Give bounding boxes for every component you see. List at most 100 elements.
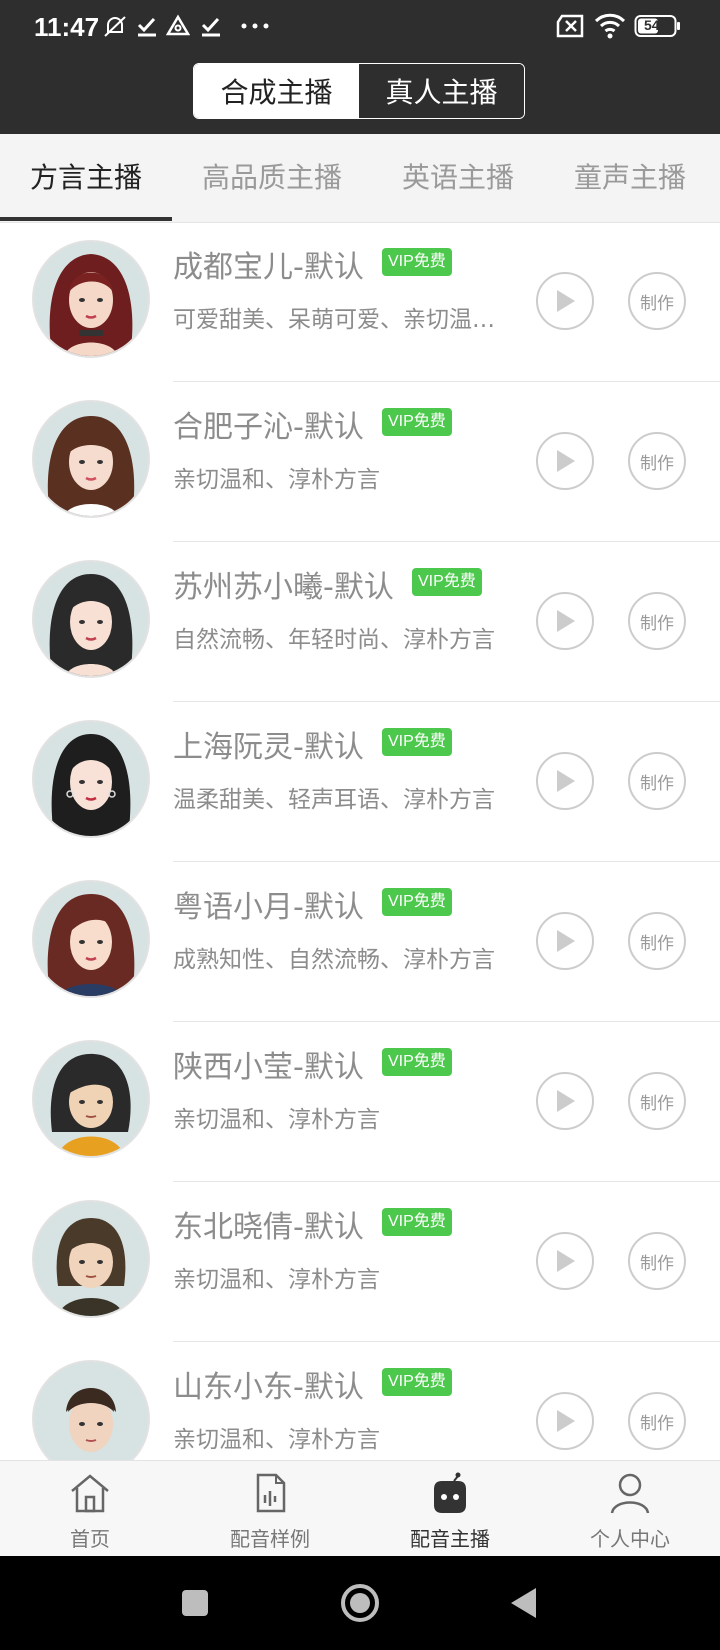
play-icon — [557, 1090, 575, 1112]
make-button[interactable]: 制作 — [628, 1232, 686, 1290]
make-button[interactable]: 制作 — [628, 1072, 686, 1130]
vip-free-badge: VIP免费 — [382, 888, 452, 916]
anchor-description: 成熟知性、自然流畅、淳朴方言 — [173, 947, 495, 973]
list-item[interactable]: 东北晓倩-默认 VIP免费 亲切温和、淳朴方言 制作 — [0, 1182, 720, 1342]
make-button[interactable]: 制作 — [628, 592, 686, 650]
list-item[interactable]: 山东小东-默认 VIP免费 亲切温和、淳朴方言 制作 — [0, 1342, 720, 1460]
anchor-name: 苏州苏小曦-默认 — [173, 570, 394, 605]
avatar — [32, 1360, 150, 1460]
list-item[interactable]: 苏州苏小曦-默认 VIP免费 自然流畅、年轻时尚、淳朴方言 制作 — [0, 542, 720, 702]
bottom-navigation: 首页 配音样例 配音主播 个人中心 — [0, 1460, 720, 1557]
anchor-name: 成都宝儿-默认 — [173, 250, 364, 285]
avatar — [32, 880, 150, 998]
nav-dubbing-anchor[interactable]: 配音主播 — [360, 1461, 540, 1557]
wifi-icon — [594, 13, 626, 39]
vip-free-badge: VIP免费 — [412, 568, 482, 596]
avatar — [32, 240, 150, 358]
category-tabs: 方言主播 高品质主播 英语主播 童声主播 — [0, 134, 720, 223]
recents-square-icon[interactable] — [180, 1588, 210, 1618]
anchor-type-segmented-control: 合成主播 真人主播 — [193, 63, 525, 119]
play-icon — [557, 1410, 575, 1432]
play-button[interactable] — [536, 1392, 594, 1450]
avatar — [32, 720, 150, 838]
system-navigation-bar — [0, 1556, 720, 1650]
anchor-description: 亲切温和、淳朴方言 — [173, 1107, 380, 1133]
vip-free-badge: VIP免费 — [382, 1208, 452, 1236]
tab-child-voice-anchor[interactable]: 童声主播 — [574, 134, 686, 222]
vip-free-badge: VIP免费 — [382, 728, 452, 756]
list-item[interactable]: 陕西小莹-默认 VIP免费 亲切温和、淳朴方言 制作 — [0, 1022, 720, 1182]
triangle-app-icon — [166, 14, 190, 36]
anchor-description: 温柔甜美、轻声耳语、淳朴方言 — [173, 787, 495, 813]
anchor-description: 自然流畅、年轻时尚、淳朴方言 — [173, 627, 495, 653]
play-button[interactable] — [536, 912, 594, 970]
play-button[interactable] — [536, 1232, 594, 1290]
tab-high-quality-anchor[interactable]: 高品质主播 — [202, 134, 342, 222]
anchor-name: 粤语小月-默认 — [173, 890, 364, 925]
make-button[interactable]: 制作 — [628, 752, 686, 810]
play-button[interactable] — [536, 1072, 594, 1130]
anchor-name: 东北晓倩-默认 — [173, 1210, 364, 1245]
list-item[interactable]: 成都宝儿-默认 VIP免费 可爱甜美、呆萌可爱、亲切温和、淳朴方言 制作 — [0, 222, 720, 382]
play-icon — [557, 290, 575, 312]
active-tab-indicator — [0, 217, 172, 221]
segment-synthetic-anchor[interactable]: 合成主播 — [194, 64, 359, 118]
vip-free-badge: VIP免费 — [382, 1368, 452, 1396]
nav-label: 首页 — [70, 1527, 110, 1551]
robot-anchor-icon — [434, 1472, 466, 1513]
play-button[interactable] — [536, 432, 594, 490]
avatar — [32, 400, 150, 518]
battery-level: 54 — [644, 17, 660, 33]
home-icon — [71, 1474, 109, 1513]
make-button[interactable]: 制作 — [628, 272, 686, 330]
avatar — [32, 1040, 150, 1158]
back-triangle-icon[interactable] — [508, 1586, 538, 1620]
status-time: 11:47 — [34, 12, 100, 42]
play-button[interactable] — [536, 272, 594, 330]
check-icon — [137, 17, 156, 37]
play-button[interactable] — [536, 752, 594, 810]
nav-home[interactable]: 首页 — [0, 1461, 180, 1557]
person-icon — [610, 1473, 650, 1514]
anchor-description: 亲切温和、淳朴方言 — [173, 1427, 380, 1453]
anchor-list: 成都宝儿-默认 VIP免费 可爱甜美、呆萌可爱、亲切温和、淳朴方言 制作 合肥子… — [0, 222, 720, 1460]
play-icon — [557, 770, 575, 792]
make-button[interactable]: 制作 — [628, 432, 686, 490]
list-item[interactable]: 粤语小月-默认 VIP免费 成熟知性、自然流畅、淳朴方言 制作 — [0, 862, 720, 1022]
avatar — [32, 560, 150, 678]
play-icon — [557, 1250, 575, 1272]
vip-free-badge: VIP免费 — [382, 1048, 452, 1076]
audio-file-icon — [256, 1473, 286, 1513]
list-item[interactable]: 上海阮灵-默认 VIP免费 温柔甜美、轻声耳语、淳朴方言 制作 — [0, 702, 720, 862]
sim-off-icon — [556, 14, 584, 38]
nav-profile[interactable]: 个人中心 — [540, 1461, 720, 1557]
avatar — [32, 1200, 150, 1318]
anchor-name: 上海阮灵-默认 — [173, 730, 364, 765]
play-icon — [557, 610, 575, 632]
nav-dubbing-samples[interactable]: 配音样例 — [180, 1461, 360, 1557]
tab-english-anchor[interactable]: 英语主播 — [402, 134, 514, 222]
mute-notification-icon — [104, 16, 126, 37]
make-button[interactable]: 制作 — [628, 912, 686, 970]
nav-label: 配音样例 — [230, 1527, 310, 1551]
anchor-description: 亲切温和、淳朴方言 — [173, 467, 380, 493]
home-circle-icon[interactable] — [340, 1583, 380, 1623]
make-button[interactable]: 制作 — [628, 1392, 686, 1450]
list-item[interactable]: 合肥子沁-默认 VIP免费 亲切温和、淳朴方言 制作 — [0, 382, 720, 542]
tab-dialect-anchor[interactable]: 方言主播 — [30, 134, 142, 222]
vip-free-badge: VIP免费 — [382, 408, 452, 436]
anchor-description: 可爱甜美、呆萌可爱、亲切温和、淳朴方言 — [173, 307, 508, 333]
nav-label: 个人中心 — [590, 1527, 670, 1551]
anchor-name: 山东小东-默认 — [173, 1370, 364, 1405]
anchor-name: 陕西小莹-默认 — [173, 1050, 364, 1085]
check-icon — [201, 17, 220, 37]
play-icon — [557, 450, 575, 472]
anchor-name: 合肥子沁-默认 — [173, 410, 364, 445]
nav-label: 配音主播 — [410, 1527, 490, 1551]
anchor-description: 亲切温和、淳朴方言 — [173, 1267, 380, 1293]
vip-free-badge: VIP免费 — [382, 248, 452, 276]
play-button[interactable] — [536, 592, 594, 650]
segment-real-anchor[interactable]: 真人主播 — [359, 64, 524, 118]
status-bar: 11:47 54 — [0, 0, 720, 54]
top-header: 11:47 54 合成主播 真人主播 — [0, 0, 720, 134]
